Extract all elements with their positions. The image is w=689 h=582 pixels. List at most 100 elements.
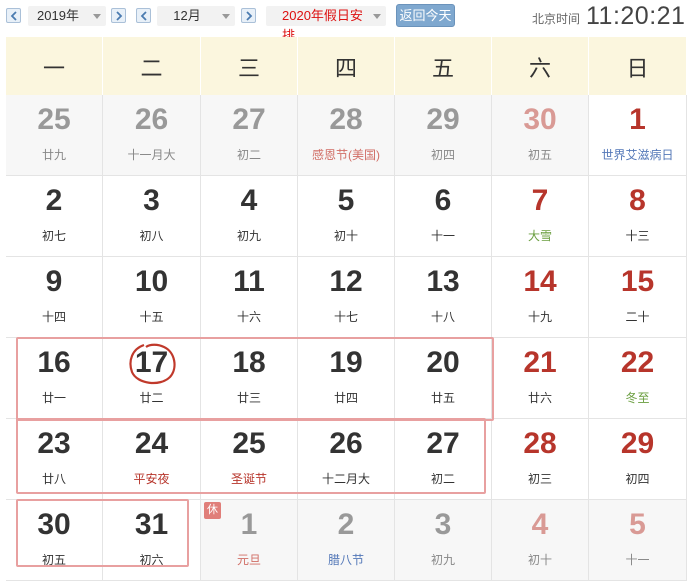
prev-month-button[interactable] — [136, 8, 151, 23]
lunar-date-label: 初九 — [236, 229, 261, 243]
day-cell[interactable]: 9 十四 — [6, 257, 103, 338]
day-cell[interactable]: 3 初八 — [103, 176, 201, 257]
lunar-date-label: 腊八节 — [327, 553, 364, 567]
day-number: 15 — [620, 265, 655, 298]
weekday-header: 二 — [103, 37, 201, 95]
lunar-date-label: 十一 — [625, 553, 650, 567]
lunar-date-label: 初四 — [625, 472, 650, 486]
lunar-date-label: 元旦 — [236, 553, 261, 567]
weekday-header: 一 — [6, 37, 103, 95]
day-cell[interactable]: 22 冬至 — [589, 338, 687, 419]
day-number: 4 — [531, 508, 549, 541]
dropdown-caret-icon — [222, 14, 230, 19]
beijing-time-label: 北京时间 — [532, 12, 581, 26]
dropdown-caret-icon — [373, 14, 381, 19]
day-number: 28 — [329, 103, 363, 136]
day-cell[interactable]: 20 廿五 — [395, 338, 492, 419]
lunar-date-label: 初五 — [41, 553, 66, 567]
weekday-header: 日 — [589, 37, 687, 95]
day-cell[interactable]: 25 廿九 — [6, 95, 103, 176]
day-cell-today[interactable]: 17 廿二 — [103, 338, 201, 419]
lunar-date-label: 十四 — [41, 310, 66, 324]
day-cell[interactable]: 4 初十 — [492, 500, 589, 581]
day-cell[interactable]: 28 初三 — [492, 419, 589, 500]
day-cell[interactable]: 7 大雪 — [492, 176, 589, 257]
chevron-right-icon — [116, 11, 123, 21]
lunar-date-label: 十七 — [333, 310, 358, 324]
day-cell[interactable]: 29 初四 — [395, 95, 492, 176]
day-cell[interactable]: 29 初四 — [589, 419, 687, 500]
day-cell[interactable]: 24 平安夜 — [103, 419, 201, 500]
day-cell[interactable]: 5 初十 — [298, 176, 395, 257]
day-cell[interactable]: 26 十一月大 — [103, 95, 201, 176]
lunar-date-label: 二十 — [625, 310, 650, 324]
day-cell[interactable]: 5 十一 — [589, 500, 687, 581]
day-number: 11 — [233, 265, 265, 298]
lunar-date-label: 初五 — [527, 148, 552, 162]
lunar-date-label: 初十 — [333, 229, 358, 243]
day-cell[interactable]: 26 十二月大 — [298, 419, 395, 500]
day-cell[interactable]: 2 初七 — [6, 176, 103, 257]
day-cell[interactable]: 6 十一 — [395, 176, 492, 257]
year-select-value: 2019年 — [37, 8, 79, 23]
day-cell[interactable]: 11 十六 — [201, 257, 298, 338]
day-number: 3 — [434, 508, 452, 541]
day-number: 16 — [37, 346, 71, 379]
day-cell[interactable]: 27 初二 — [395, 419, 492, 500]
day-cell[interactable]: 3 初九 — [395, 500, 492, 581]
day-cell[interactable]: 2 腊八节 — [298, 500, 395, 581]
prev-year-button[interactable] — [6, 8, 21, 23]
day-number: 20 — [426, 346, 460, 379]
next-year-button[interactable] — [111, 8, 126, 23]
lunar-date-label: 平安夜 — [133, 472, 170, 486]
month-select[interactable]: 12月 — [157, 6, 235, 26]
lunar-date-label: 初八 — [139, 229, 164, 243]
lunar-date-label: 十八 — [430, 310, 455, 324]
day-cell[interactable]: 1 元旦休 — [201, 500, 298, 581]
day-cell[interactable]: 19 廿四 — [298, 338, 395, 419]
day-cell[interactable]: 13 十八 — [395, 257, 492, 338]
day-cell[interactable]: 12 十七 — [298, 257, 395, 338]
holiday-select[interactable]: 2020年假日安排 — [266, 6, 386, 43]
day-cell[interactable]: 21 廿六 — [492, 338, 589, 419]
day-cell[interactable]: 18 廿三 — [201, 338, 298, 419]
lunar-date-label: 初十 — [527, 553, 552, 567]
day-number: 5 — [337, 184, 355, 217]
day-number: 7 — [531, 184, 549, 217]
chevron-right-icon — [246, 11, 253, 21]
day-cell[interactable]: 27 初二 — [201, 95, 298, 176]
day-cell[interactable]: 1 世界艾滋病日 — [589, 95, 687, 176]
back-to-today-button[interactable]: 返回今天 — [396, 4, 455, 27]
day-cell[interactable]: 25 圣诞节 — [201, 419, 298, 500]
day-number: 25 — [232, 427, 266, 460]
day-cell[interactable]: 16 廿一 — [6, 338, 103, 419]
day-cell[interactable]: 8 十三 — [589, 176, 687, 257]
day-cell[interactable]: 23 廿八 — [6, 419, 103, 500]
month-select-value: 12月 — [173, 8, 201, 23]
day-number: 24 — [134, 427, 169, 460]
lunar-date-label: 冬至 — [625, 391, 650, 405]
day-number: 2 — [337, 508, 355, 541]
day-cell[interactable]: 15 二十 — [589, 257, 687, 338]
day-cell[interactable]: 31 初六 — [103, 500, 201, 581]
day-cell[interactable]: 14 十九 — [492, 257, 589, 338]
lunar-date-label: 初二 — [236, 148, 261, 162]
day-cell[interactable]: 4 初九 — [201, 176, 298, 257]
next-month-button[interactable] — [241, 8, 256, 23]
day-number: 22 — [620, 346, 655, 379]
weekday-header: 三 — [201, 37, 298, 95]
day-cell[interactable]: 28 感恩节(美国) — [298, 95, 395, 176]
day-number: 10 — [134, 265, 169, 298]
day-cell[interactable]: 30 初五 — [6, 500, 103, 581]
day-number: 28 — [523, 427, 557, 460]
chevron-left-icon — [10, 11, 17, 21]
weekday-header: 四 — [298, 37, 395, 95]
lunar-date-label: 廿八 — [41, 472, 66, 486]
lunar-date-label: 廿四 — [333, 391, 358, 405]
lunar-date-label: 初七 — [41, 229, 66, 243]
weekday-header: 五 — [395, 37, 492, 95]
year-select[interactable]: 2019年 — [28, 6, 106, 26]
day-cell[interactable]: 30 初五 — [492, 95, 589, 176]
day-number: 8 — [629, 184, 646, 217]
day-cell[interactable]: 10 十五 — [103, 257, 201, 338]
